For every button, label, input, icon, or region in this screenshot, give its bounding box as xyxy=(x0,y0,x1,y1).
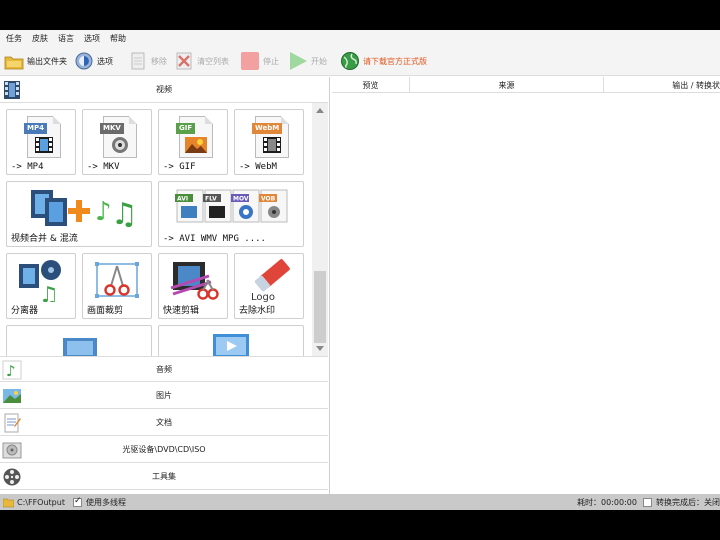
scroll-thumb[interactable] xyxy=(314,271,326,343)
tile-label: 快速剪辑 xyxy=(163,306,200,316)
clear-list-icon xyxy=(174,51,194,71)
mov-tag: MOV xyxy=(233,196,249,203)
avi-tag: AVI xyxy=(177,196,188,203)
tile-separator[interactable]: ♫ 分离器 xyxy=(6,253,76,319)
menu-help[interactable]: 帮助 xyxy=(110,33,126,44)
play-icon xyxy=(288,51,308,71)
after-done-label[interactable]: 转换完成后：关闭 xyxy=(656,497,720,508)
disc-drive-icon xyxy=(2,440,22,460)
tile-to-gif[interactable]: GIF -> GIF xyxy=(158,109,228,175)
tile-video-extra-1[interactable] xyxy=(6,325,152,356)
output-folder-button[interactable]: 输出文件夹 xyxy=(4,50,67,72)
tile-label: -> MP4 xyxy=(11,162,44,172)
tile-video-merge[interactable]: ♪ ♫ 视频合并 & 混流 xyxy=(6,181,152,247)
separator-icon: ♫ xyxy=(19,260,61,302)
audio-category-header[interactable]: ♪ 音频 xyxy=(0,356,328,382)
stop-icon xyxy=(240,51,260,71)
menu-task[interactable]: 任务 xyxy=(6,33,22,44)
tile-video-extra-2[interactable] xyxy=(158,325,304,356)
column-output-status[interactable]: 输出 / 转换状 xyxy=(604,77,720,93)
crop-scissors-icon xyxy=(95,262,139,298)
multithread-checkbox[interactable] xyxy=(72,496,82,507)
flv-tag: FLV xyxy=(205,196,217,203)
output-path[interactable]: C:\FFOutput xyxy=(17,498,65,507)
multi-format-icons: AVI FLV MOV VOB xyxy=(175,189,288,223)
category-panel: 视频 MP4 -> MP4 MKV -> MKV GIF -> GIF WebM… xyxy=(0,77,330,494)
tile-label: 画面裁剪 xyxy=(87,306,124,316)
start-button[interactable]: 开始 xyxy=(288,50,327,72)
tile-label: 分离器 xyxy=(11,306,39,316)
scroll-down-arrow-icon[interactable] xyxy=(316,346,324,351)
tile-label: 去除水印 xyxy=(239,306,276,316)
app-window: 任务 皮肤 语言 选项 帮助 输出文件夹 选项 移除 清空列表 停止 开始 请下… xyxy=(0,30,720,510)
tile-remove-watermark[interactable]: Logo 去除水印 xyxy=(234,253,304,319)
globe-icon xyxy=(340,51,360,71)
film-strip-icon xyxy=(2,80,22,100)
music-note-icon: ♪ xyxy=(2,360,22,380)
menu-language[interactable]: 语言 xyxy=(58,33,74,44)
scroll-up-arrow-icon[interactable] xyxy=(316,108,324,113)
tile-scrollbar[interactable] xyxy=(312,103,328,356)
tile-quick-cut[interactable]: 快速剪辑 xyxy=(158,253,228,319)
document-icon xyxy=(2,413,22,433)
remove-button[interactable]: 移除 xyxy=(128,50,167,72)
tile-to-mkv[interactable]: MKV -> MKV xyxy=(82,109,152,175)
menu-options[interactable]: 选项 xyxy=(84,33,100,44)
document-category-header[interactable]: 文档 xyxy=(0,410,328,436)
folder-icon xyxy=(4,51,24,71)
remove-file-icon xyxy=(128,51,148,71)
video-merge-icon: ♪ ♫ xyxy=(31,190,138,232)
column-preview[interactable]: 预览 xyxy=(332,77,410,93)
svg-text:♪: ♪ xyxy=(6,362,16,380)
gif-file-icon: GIF xyxy=(176,116,213,158)
image-category-header[interactable]: 图片 xyxy=(0,383,328,409)
tile-label: 视频合并 & 混流 xyxy=(11,234,78,244)
tile-label: -> MKV xyxy=(87,162,120,172)
svg-text:♫: ♫ xyxy=(39,283,59,302)
status-bar: C:\FFOutput 使用多线程 耗时：00:00:00 转换完成后：关闭 xyxy=(0,494,720,510)
video-tool-grid: MP4 -> MP4 MKV -> MKV GIF -> GIF WebM ->… xyxy=(0,103,312,356)
stop-button[interactable]: 停止 xyxy=(240,50,279,72)
quick-cut-icon xyxy=(170,262,219,300)
tile-label: -> AVI WMV MPG .... xyxy=(163,234,266,244)
tile-to-mp4[interactable]: MP4 -> MP4 xyxy=(6,109,76,175)
video-player-icon xyxy=(213,334,249,356)
tile-to-other-formats[interactable]: AVI FLV MOV VOB -> AVI WMV MPG .... xyxy=(158,181,304,247)
webm-file-icon: WebM xyxy=(252,116,289,158)
watermark-logo-text: Logo xyxy=(251,292,275,302)
disc-category-header[interactable]: 光驱设备\DVD\CD\ISO xyxy=(0,437,328,463)
video-category-header[interactable]: 视频 xyxy=(0,77,328,103)
folder-icon xyxy=(2,497,15,508)
multithread-label: 使用多线程 xyxy=(85,497,126,507)
menu-skin[interactable]: 皮肤 xyxy=(32,33,48,44)
mkv-file-icon: MKV xyxy=(100,116,137,158)
vob-tag: VOB xyxy=(261,196,276,203)
tile-label: -> WebM xyxy=(239,162,277,172)
download-official-button[interactable]: 请下载官方正式版 xyxy=(340,50,427,72)
eraser-icon: Logo xyxy=(251,259,290,302)
mp4-file-icon: MP4 xyxy=(24,116,61,158)
task-list-header: 预览 来源 输出 / 转换状 xyxy=(332,77,720,93)
elapsed-time: 耗时：00:00:00 xyxy=(577,497,637,507)
after-done-checkbox[interactable] xyxy=(643,497,652,507)
clear-list-button[interactable]: 清空列表 xyxy=(174,50,229,72)
tile-to-webm[interactable]: WebM -> WebM xyxy=(234,109,304,175)
gear-icon xyxy=(74,51,94,71)
menu-bar: 任务 皮肤 语言 选项 帮助 xyxy=(0,30,720,46)
video-tool-icon xyxy=(63,338,97,356)
column-source[interactable]: 来源 xyxy=(410,77,604,93)
tile-crop[interactable]: 画面裁剪 xyxy=(82,253,152,319)
film-reel-icon xyxy=(2,467,22,487)
tile-label: -> GIF xyxy=(163,162,196,172)
svg-text:♫: ♫ xyxy=(111,197,138,232)
task-list-panel: 预览 来源 输出 / 转换状 xyxy=(332,77,720,494)
toolbox-category-header[interactable]: 工具集 xyxy=(0,464,328,490)
options-button[interactable]: 选项 xyxy=(74,50,113,72)
toolbar: 输出文件夹 选项 移除 清空列表 停止 开始 请下载官方正式版 xyxy=(0,46,720,76)
picture-icon xyxy=(2,386,22,406)
svg-text:♪: ♪ xyxy=(95,197,112,227)
